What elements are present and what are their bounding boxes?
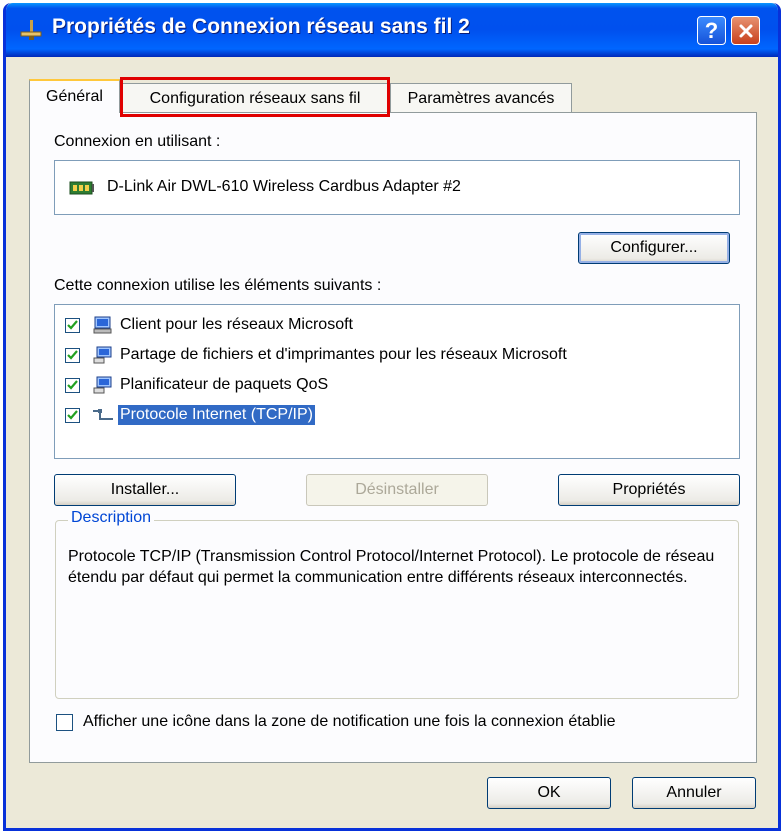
description-text: Protocole TCP/IP (Transmission Control P… [68, 548, 715, 586]
components-list[interactable]: Client pour les réseaux Microsoft Partag… [54, 304, 740, 459]
components-label: Cette connexion utilise les éléments sui… [54, 277, 382, 294]
checkmark-icon [67, 379, 78, 390]
component-label: Client pour les réseaux Microsoft [120, 316, 353, 333]
connect-using-label: Connexion en utilisant : [54, 133, 221, 150]
cancel-button-label: Annuler [666, 784, 722, 801]
title-bar[interactable]: Propriétés de Connexion réseau sans fil … [6, 3, 778, 57]
general-tab-panel: Connexion en utilisant : D-Link Air DWL-… [29, 112, 757, 763]
adapter-field: D-Link Air DWL-610 Wireless Cardbus Adap… [54, 160, 740, 215]
uninstall-button[interactable]: Désinstaller [306, 474, 488, 506]
configure-button[interactable]: Configurer... [578, 232, 730, 264]
install-button[interactable]: Installer... [54, 474, 236, 506]
list-item[interactable]: Protocole Internet (TCP/IP) [65, 401, 315, 429]
cancel-button[interactable]: Annuler [632, 777, 756, 809]
install-button-label: Installer... [110, 481, 180, 498]
checkmark-icon [67, 349, 78, 360]
ok-button-label: OK [537, 784, 561, 801]
checkmark-icon [67, 409, 78, 420]
checkmark-icon [67, 319, 78, 330]
notify-checkbox-row[interactable]: Afficher une icône dans la zone de notif… [56, 712, 618, 732]
component-checkbox[interactable] [65, 377, 80, 393]
tab-general[interactable]: Général [29, 79, 120, 113]
configure-button-label: Configurer... [610, 239, 698, 256]
window-title: Propriétés de Connexion réseau sans fil … [52, 15, 470, 38]
network-connection-icon [20, 20, 42, 40]
protocol-icon [92, 405, 114, 425]
dialog-window: Propriétés de Connexion réseau sans fil … [3, 3, 781, 831]
file-sharing-icon [92, 345, 114, 365]
tab-advanced[interactable]: Paramètres avancés [390, 83, 572, 113]
notify-checkbox[interactable] [56, 713, 73, 731]
network-client-icon [92, 315, 114, 335]
adapter-name: D-Link Air DWL-610 Wireless Cardbus Adap… [107, 178, 461, 195]
packet-scheduler-icon [92, 375, 114, 395]
list-item[interactable]: Client pour les réseaux Microsoft [65, 311, 355, 339]
ok-button[interactable]: OK [487, 777, 611, 809]
description-title: Description [68, 509, 155, 527]
component-label: Planificateur de paquets QoS [120, 376, 329, 393]
properties-button-label: Propriétés [612, 481, 686, 498]
help-icon: ? [704, 17, 719, 43]
close-icon [739, 24, 752, 37]
component-checkbox[interactable] [65, 347, 80, 363]
properties-button[interactable]: Propriétés [558, 474, 740, 506]
list-item[interactable]: Partage de fichiers et d'imprimantes pou… [65, 341, 569, 369]
uninstall-button-label: Désinstaller [355, 481, 439, 498]
network-adapter-icon [69, 181, 94, 195]
component-label: Partage de fichiers et d'imprimantes pou… [120, 346, 567, 363]
component-label: Protocole Internet (TCP/IP) [118, 405, 315, 425]
component-checkbox[interactable] [65, 407, 80, 423]
notify-checkbox-label: Afficher une icône dans la zone de notif… [83, 713, 616, 730]
component-checkbox[interactable] [65, 317, 80, 333]
help-button[interactable]: ? [697, 16, 726, 45]
list-item[interactable]: Planificateur de paquets QoS [65, 371, 330, 399]
tab-highlight-box [120, 77, 390, 117]
close-button[interactable] [731, 16, 760, 45]
